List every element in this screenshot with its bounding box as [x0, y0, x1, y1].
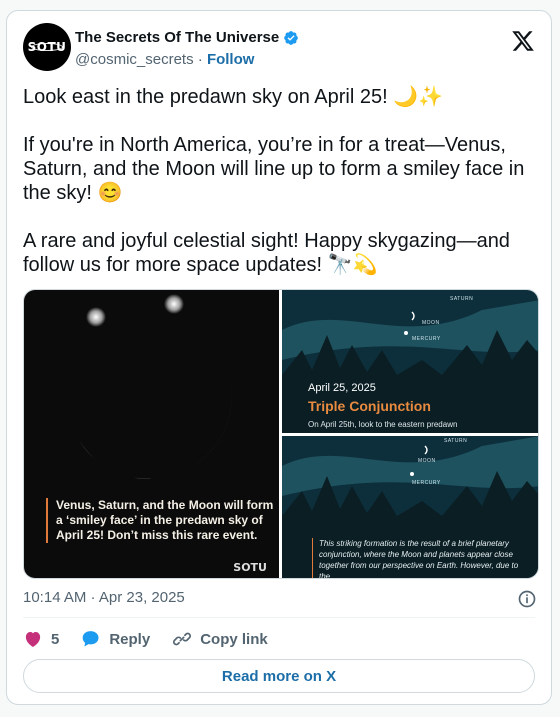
display-name[interactable]: The Secrets Of The Universe — [75, 29, 279, 46]
reply-label: Reply — [109, 630, 151, 648]
avatar-ring-graphic — [31, 43, 63, 51]
conjunction-date: April 25, 2025 — [308, 382, 376, 394]
media-image-conjunction[interactable]: SATURN MOON MERCURY April 25, 2025 Tripl… — [282, 290, 538, 433]
reply-button[interactable]: Reply — [81, 629, 150, 649]
media-grid: Venus, Saturn, and the Moon will form a … — [23, 289, 539, 579]
label-mercury: MERCURY — [412, 480, 441, 486]
label-saturn: SATURN — [444, 438, 468, 444]
label-moon: MOON — [422, 320, 440, 326]
like-button[interactable]: 5 — [23, 629, 59, 649]
media-image-formation[interactable]: SATURN MOON MERCURY This striking format… — [282, 436, 538, 578]
copy-link-button[interactable]: Copy link — [172, 629, 268, 649]
tweet-text: Look east in the predawn sky on April 25… — [23, 85, 533, 301]
watermark-logo: SOTU — [233, 561, 267, 574]
saturn-dot — [164, 294, 184, 314]
media-image-smiley[interactable]: Venus, Saturn, and the Moon will form a … — [24, 290, 279, 578]
label-moon: MOON — [418, 458, 436, 464]
avatar[interactable]: SOTU — [23, 23, 71, 71]
smiley-caption: Venus, Saturn, and the Moon will form a … — [46, 498, 276, 543]
read-more-button[interactable]: Read more on X — [23, 659, 535, 693]
handle[interactable]: @cosmic_secrets — [75, 51, 194, 68]
tweet-paragraph: If you're in North America, you’re in fo… — [23, 134, 525, 204]
formation-text: This striking formation is the result of… — [312, 538, 529, 578]
action-bar: 5 Reply Copy link — [23, 627, 290, 651]
name-row: The Secrets Of The Universe — [75, 29, 299, 46]
tweet-paragraph: A rare and joyful celestial sight! Happy… — [23, 230, 510, 276]
handle-separator: · — [197, 51, 203, 68]
tweet-timestamp[interactable]: 10:14 AM · Apr 23, 2025 — [23, 589, 185, 606]
verified-badge-icon — [284, 30, 299, 45]
handle-row: @cosmic_secrets · Follow — [75, 51, 254, 68]
x-logo-icon[interactable] — [511, 29, 535, 53]
conjunction-subtitle: On April 25th, look to the eastern preda… — [308, 420, 458, 429]
timestamp-row: 10:14 AM · Apr 23, 2025 — [23, 589, 537, 611]
reply-bubble-icon — [83, 631, 99, 647]
copy-link-label: Copy link — [200, 630, 268, 648]
heart-icon — [25, 631, 41, 647]
link-icon — [173, 632, 192, 646]
label-mercury: MERCURY — [412, 336, 441, 342]
tweet-card: SOTU The Secrets Of The Universe @cosmic… — [6, 10, 552, 705]
label-saturn: SATURN — [450, 296, 474, 302]
like-count: 5 — [51, 630, 60, 648]
tweet-paragraph: Look east in the predawn sky on April 25… — [23, 86, 444, 108]
info-icon[interactable] — [517, 589, 537, 609]
divider — [23, 617, 535, 618]
crescent-moon — [69, 374, 232, 479]
follow-link[interactable]: Follow — [207, 51, 255, 68]
tweet-header: SOTU The Secrets Of The Universe @cosmic… — [23, 23, 535, 73]
venus-dot — [86, 307, 106, 327]
conjunction-title: Triple Conjunction — [308, 398, 431, 414]
